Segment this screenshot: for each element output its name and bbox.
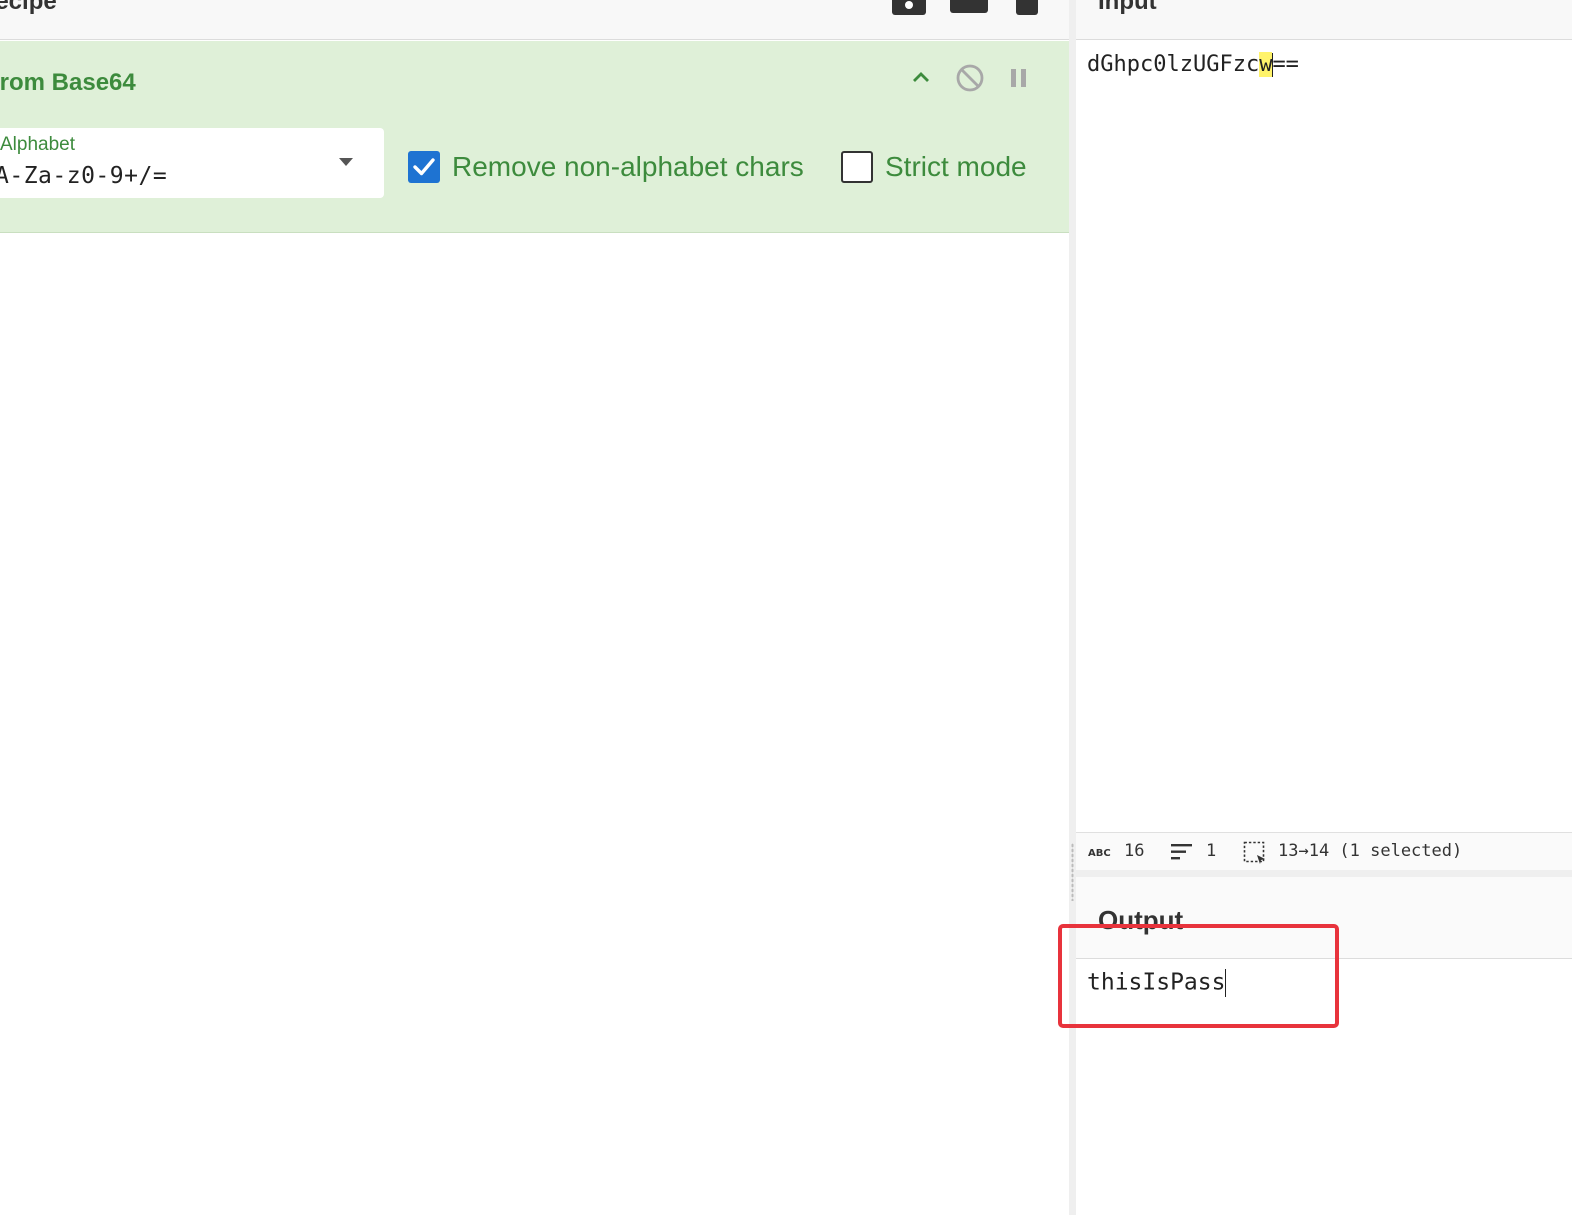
strict-mode-label[interactable]: Strict mode <box>885 151 1027 183</box>
recipe-pane: Recipe From Base64 <box>0 0 1069 1215</box>
load-icon[interactable] <box>950 0 988 14</box>
strict-mode-checkbox[interactable] <box>841 151 873 183</box>
selection-range: 13→14 (1 selected) <box>1278 841 1463 861</box>
alphabet-value: A-Za-z0-9+/= <box>0 163 168 189</box>
input-textarea[interactable]: dGhpc0lzUGFzcw== <box>1087 52 1299 77</box>
input-output-divider[interactable] <box>1076 870 1572 877</box>
input-title: Input <box>1098 0 1157 15</box>
remove-non-alphabet-label[interactable]: Remove non-alphabet chars <box>452 151 804 183</box>
input-status-bar: ABC 16 1 13→14 (1 selected) <box>1076 832 1572 870</box>
save-icon[interactable] <box>892 0 926 16</box>
svg-text:ABC: ABC <box>1088 848 1111 858</box>
disable-icon[interactable] <box>955 63 985 93</box>
input-text-after: == <box>1272 52 1299 77</box>
input-header: Input <box>1076 0 1572 40</box>
line-count: 1 <box>1206 841 1217 861</box>
operation-from-base64: From Base64 Alphabet A-Za-z0-9+/= Remove… <box>0 41 1069 233</box>
checkmark-icon <box>413 158 435 176</box>
delete-icon[interactable] <box>1016 0 1038 16</box>
recipe-header: Recipe <box>0 0 1069 40</box>
pane-divider[interactable] <box>1069 0 1076 1215</box>
character-count: 16 <box>1124 841 1145 861</box>
input-pane: Input dGhpc0lzUGFzcw== <box>1076 0 1572 832</box>
line-count-icon <box>1171 844 1192 860</box>
remove-non-alphabet-checkbox[interactable] <box>408 151 440 183</box>
pause-icon[interactable] <box>1008 67 1030 89</box>
selection-icon <box>1243 841 1265 864</box>
output-highlight-box <box>1058 924 1339 1028</box>
clear-icon[interactable] <box>836 0 864 8</box>
alphabet-label: Alphabet <box>0 134 76 155</box>
collapse-chevron-icon[interactable] <box>910 69 932 85</box>
character-count-icon: ABC <box>1088 848 1111 858</box>
recipe-title: Recipe <box>0 0 57 15</box>
resize-handle[interactable] <box>1071 843 1074 901</box>
operation-title: From Base64 <box>0 69 136 96</box>
dropdown-caret-icon[interactable] <box>339 158 353 166</box>
alphabet-dropdown[interactable]: Alphabet A-Za-z0-9+/= <box>0 128 384 198</box>
input-selected-text: w <box>1259 52 1273 77</box>
input-text-before: dGhpc0lzUGFzc <box>1087 52 1260 77</box>
